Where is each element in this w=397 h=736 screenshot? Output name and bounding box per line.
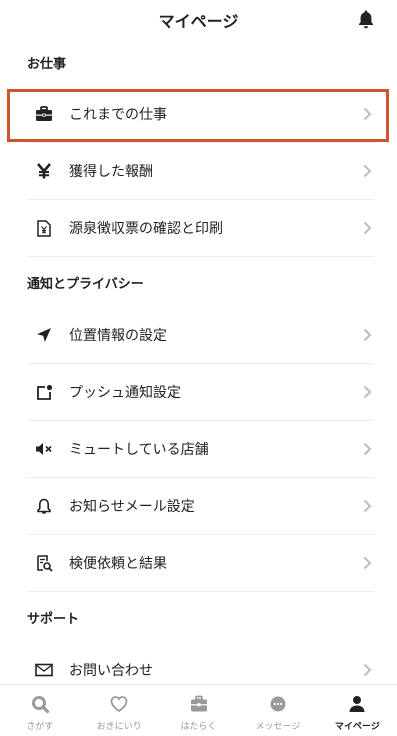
menu-item-label: プッシュ通知設定 bbox=[69, 384, 181, 400]
bell-icon[interactable] bbox=[357, 9, 375, 29]
menu-item-past-jobs[interactable]: これまでの仕事 bbox=[27, 86, 374, 143]
briefcase-icon bbox=[35, 105, 53, 123]
menu-item-label: 検便依頼と結果 bbox=[69, 555, 167, 571]
tab-messages[interactable]: メッセージ bbox=[238, 685, 317, 736]
chevron-right-icon bbox=[363, 556, 372, 570]
section-header-work: お仕事 bbox=[27, 55, 67, 71]
tab-label: マイページ bbox=[334, 721, 380, 731]
bell-icon bbox=[35, 497, 53, 515]
person-icon bbox=[349, 696, 365, 712]
tab-label: さがす bbox=[26, 721, 54, 731]
menu-item-label: お知らせメール設定 bbox=[69, 498, 195, 514]
tab-work[interactable]: はたらく bbox=[159, 685, 238, 736]
menu-item-label: ミュートしている店舗 bbox=[69, 441, 209, 457]
chevron-right-icon bbox=[363, 221, 372, 235]
tab-mypage[interactable]: マイページ bbox=[318, 685, 397, 736]
mute-icon bbox=[35, 440, 53, 458]
receipt-icon bbox=[35, 219, 53, 237]
menu-item-earned-rewards[interactable]: 獲得した報酬 bbox=[27, 143, 374, 200]
briefcase-icon bbox=[190, 695, 207, 712]
chevron-right-icon bbox=[363, 107, 372, 121]
tab-label: おきにいり bbox=[96, 721, 142, 731]
chevron-right-icon bbox=[363, 663, 372, 677]
menu-item-stool-test[interactable]: 検便依頼と結果 bbox=[27, 535, 374, 592]
search-icon bbox=[31, 696, 49, 714]
menu-item-label: お問い合わせ bbox=[69, 662, 153, 678]
mail-icon bbox=[35, 661, 53, 679]
menu-item-label: 獲得した報酬 bbox=[69, 163, 153, 179]
menu-content: お仕事 これまでの仕事 獲得した報酬 源泉徴収票の確認と印刷 通知とプライバシー… bbox=[0, 38, 397, 684]
menu-item-contact[interactable]: お問い合わせ bbox=[27, 642, 374, 684]
menu-item-muted-stores[interactable]: ミュートしている店舗 bbox=[27, 421, 374, 478]
chevron-right-icon bbox=[363, 499, 372, 513]
chat-icon bbox=[270, 696, 286, 712]
menu-item-location-settings[interactable]: 位置情報の設定 bbox=[27, 307, 374, 364]
tab-label: はたらく bbox=[180, 721, 217, 731]
chevron-right-icon bbox=[363, 442, 372, 456]
menu-item-push-settings[interactable]: プッシュ通知設定 bbox=[27, 364, 374, 421]
bottom-tab-bar: さがす おきにいり はたらく メッセージ マイページ bbox=[0, 684, 397, 736]
header: マイページ bbox=[0, 0, 397, 38]
menu-item-label: 位置情報の設定 bbox=[69, 327, 167, 343]
menu-item-label: これまでの仕事 bbox=[69, 106, 167, 122]
push-notification-icon bbox=[35, 383, 53, 401]
chevron-right-icon bbox=[363, 328, 372, 342]
tab-search[interactable]: さがす bbox=[0, 685, 79, 736]
location-arrow-icon bbox=[35, 326, 53, 344]
heart-icon bbox=[110, 696, 128, 713]
yen-icon bbox=[35, 162, 53, 180]
page-title: マイページ bbox=[158, 14, 239, 31]
test-search-icon bbox=[35, 554, 53, 572]
menu-item-mail-settings[interactable]: お知らせメール設定 bbox=[27, 478, 374, 535]
menu-item-label: 源泉徴収票の確認と印刷 bbox=[69, 220, 223, 236]
section-header-notifications-privacy: 通知とプライバシー bbox=[27, 275, 144, 291]
section-header-support: サポート bbox=[27, 610, 80, 626]
chevron-right-icon bbox=[363, 385, 372, 399]
tab-label: メッセージ bbox=[255, 721, 301, 731]
menu-item-withholding-slip[interactable]: 源泉徴収票の確認と印刷 bbox=[27, 200, 374, 257]
chevron-right-icon bbox=[363, 164, 372, 178]
tab-favorites[interactable]: おきにいり bbox=[79, 685, 158, 736]
